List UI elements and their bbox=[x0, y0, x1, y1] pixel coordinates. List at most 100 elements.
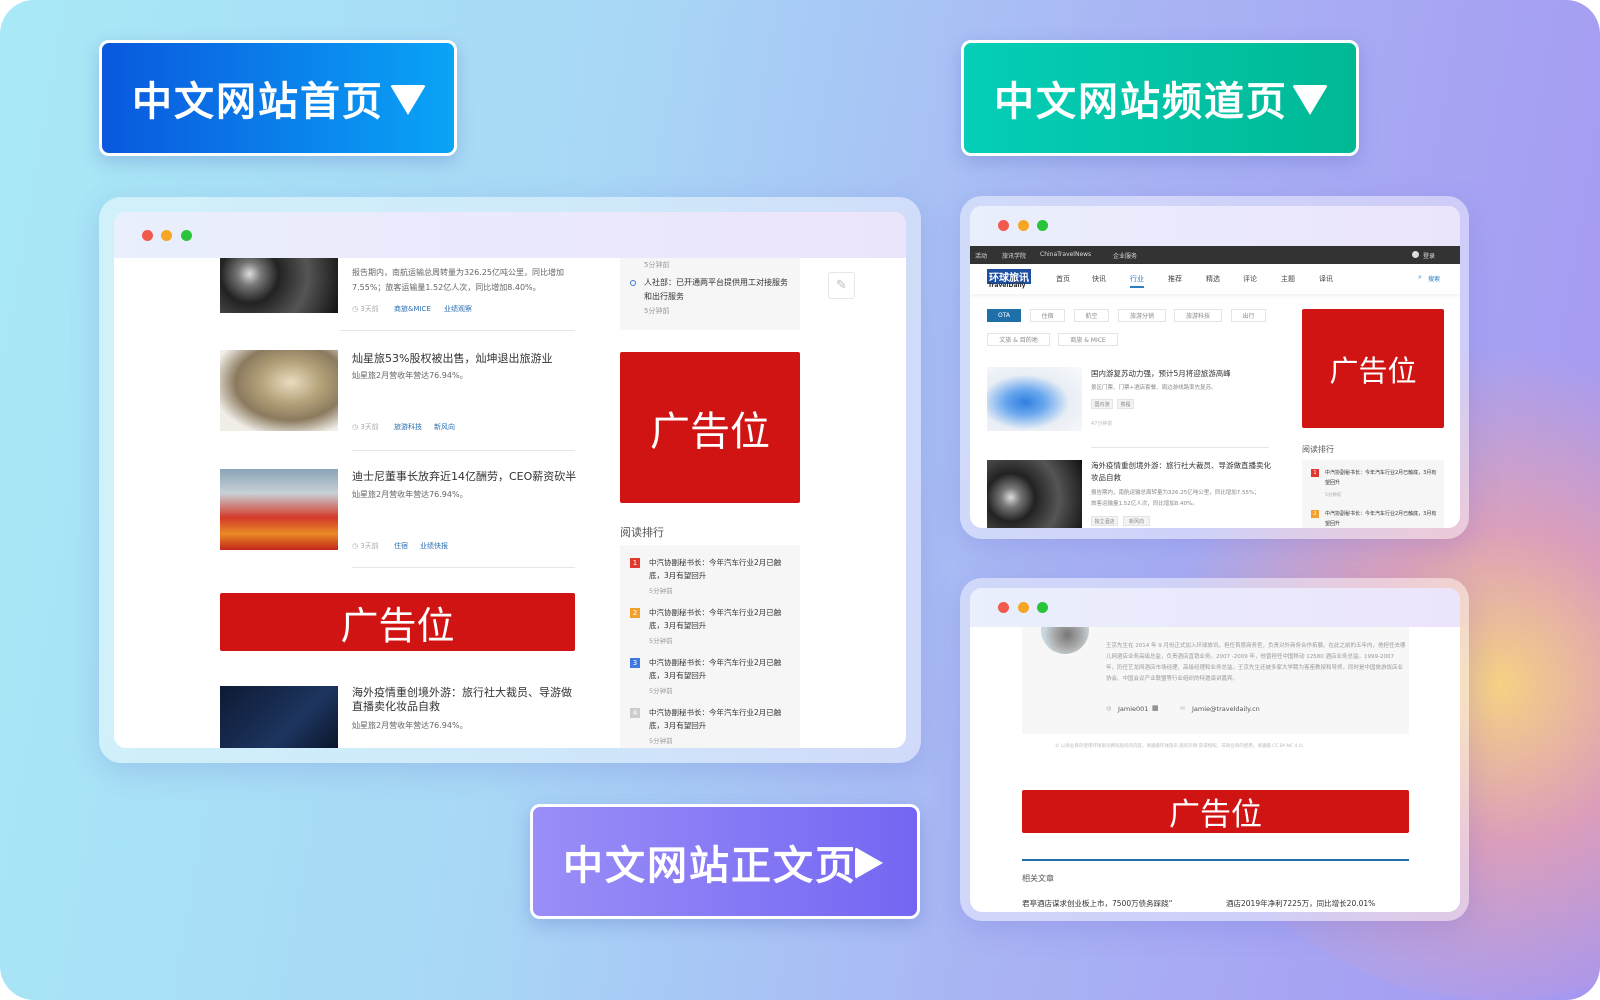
filter-tag[interactable]: 商旅 & MICE bbox=[1058, 333, 1118, 346]
ranking-item-title[interactable]: 中汽协副秘书长：今年汽车行业2月已触底，3月有望回升 bbox=[1325, 468, 1440, 488]
ranking-title: 阅读排行 bbox=[1302, 445, 1334, 454]
nav-item[interactable]: 主题 bbox=[1281, 274, 1295, 284]
article-time: ◷ 3天前 bbox=[352, 542, 379, 550]
article-image-disney[interactable] bbox=[220, 469, 338, 550]
topbar-link[interactable]: ChinaTravelNews bbox=[1040, 251, 1091, 258]
author-box: 王京先生在 2014 年 9 月份正式加入环球旅讯，担任首席商务官，负责对外商务… bbox=[1022, 606, 1409, 734]
article-image-plane[interactable] bbox=[220, 686, 338, 748]
timeline-dot-icon bbox=[630, 280, 636, 286]
nav-item[interactable]: 评论 bbox=[1243, 274, 1257, 284]
nav-item[interactable]: 快讯 bbox=[1092, 274, 1106, 284]
rank-badge: 1 bbox=[1311, 469, 1319, 477]
filter-tag[interactable]: 旅游分销 bbox=[1118, 309, 1166, 322]
close-dot[interactable] bbox=[998, 220, 1009, 231]
article-tag[interactable]: 新风向 bbox=[1123, 516, 1150, 526]
article-tag[interactable]: 业绩快报 bbox=[420, 541, 448, 551]
article-title[interactable]: 海外疫情重创境外游：旅行社大裁员、导游做直播卖化妆品自救 bbox=[352, 686, 572, 714]
article-tag[interactable]: 业绩观察 bbox=[444, 304, 472, 314]
ad-sidebar[interactable]: 广告位 bbox=[1302, 309, 1444, 428]
ranking-item-time: 5分钟前 bbox=[649, 687, 673, 695]
filter-tag[interactable]: 旅游科技 bbox=[1174, 309, 1222, 322]
ranking-item-title: 中汽协副秘书长：今年汽车行业2月已触底，3月有望回升 bbox=[649, 608, 782, 630]
minimize-dot[interactable] bbox=[1018, 220, 1029, 231]
article-tag[interactable]: 独立酒店 bbox=[1091, 516, 1118, 526]
nav-item[interactable]: 推荐 bbox=[1168, 274, 1182, 284]
related-article-link[interactable]: 酒店2019年净利7225万，同比增长20.01% bbox=[1226, 898, 1375, 909]
channel-page-button[interactable]: 中文网站频道页 bbox=[961, 40, 1359, 156]
article-title[interactable]: 灿星旅53%股权被出售，灿坤退出旅游业 bbox=[352, 350, 552, 366]
minimize-dot[interactable] bbox=[1018, 602, 1029, 613]
rank-badge: 2 bbox=[1311, 510, 1319, 518]
nav-item[interactable]: 精选 bbox=[1206, 274, 1220, 284]
ranking-box: 1 中汽协副秘书长：今年汽车行业2月已触底，3月有望回升 5分钟前 2 中汽协副… bbox=[1302, 460, 1444, 528]
topbar-link[interactable]: 企业服务 bbox=[1113, 251, 1137, 260]
article-image-chart[interactable] bbox=[987, 367, 1082, 431]
home-page-button[interactable]: 中文网站首页 bbox=[99, 40, 457, 156]
related-article-link[interactable]: 君亭酒店谋求创业板上市，7500万债务踩跷“ bbox=[1022, 898, 1172, 909]
filter-tag-active[interactable]: OTA bbox=[987, 309, 1021, 322]
article-summary: 灿星旅2月营收年营达76.94%。 bbox=[352, 371, 468, 380]
article-title[interactable]: 迪士尼董事长放弃近14亿酬劳，CEO薪资砍半 bbox=[352, 468, 576, 484]
ad-sidebar[interactable]: 广告位 bbox=[620, 352, 800, 503]
article-summary: 景区门票、门票+酒店套餐、周边游线路率先复苏。 bbox=[1091, 385, 1217, 391]
maximize-dot[interactable] bbox=[1037, 602, 1048, 613]
login-link[interactable]: 登录 bbox=[1423, 251, 1435, 260]
section-divider bbox=[1022, 859, 1409, 861]
edit-pencil-icon[interactable]: ✎ bbox=[828, 272, 855, 299]
ranking-item-title[interactable]: 中汽协副秘书长：今年汽车行业2月已触底，3月有望回升 bbox=[1325, 509, 1440, 528]
ad-banner[interactable]: 广告位 bbox=[1022, 790, 1409, 833]
play-icon bbox=[855, 847, 883, 879]
filter-tag[interactable]: 住宿 bbox=[1030, 309, 1065, 322]
close-dot[interactable] bbox=[998, 602, 1009, 613]
topbar-link[interactable]: 旅讯学院 bbox=[1002, 251, 1026, 260]
author-email[interactable]: Jamie@traveldaily.cn bbox=[1192, 705, 1260, 713]
wechat-icon: ◍ bbox=[1106, 705, 1112, 712]
timeline-item[interactable]: 人社部：已开通两平台提供用工对接服务和出行服务 bbox=[644, 276, 794, 304]
search-link[interactable]: 搜索 bbox=[1428, 274, 1440, 283]
user-avatar-icon bbox=[1412, 251, 1419, 258]
close-dot[interactable] bbox=[142, 230, 153, 241]
home-page-label: 中文网站首页 bbox=[132, 79, 384, 125]
triangle-down-icon bbox=[390, 85, 426, 115]
filter-tag[interactable]: 文旅 & 目的地 bbox=[987, 333, 1050, 346]
nav-item-active[interactable]: 行业 bbox=[1130, 274, 1144, 288]
article-tag[interactable]: 商旅&MICE bbox=[394, 304, 431, 314]
article-tag[interactable]: 携程 bbox=[1117, 399, 1134, 409]
article-tag[interactable]: 新风向 bbox=[434, 422, 455, 432]
article-page-button[interactable]: 中文网站正文页 bbox=[530, 804, 920, 919]
home-page-window: 报告期内，南航运输总周转量为326.25亿吨公里，同比增加7.55%；旅客运输量… bbox=[114, 212, 906, 748]
main-nav: 环球旅讯 TravelDaily 首页 快讯 行业 推荐 精选 评论 主题 译讯… bbox=[970, 264, 1460, 294]
article-title[interactable]: 国内游复苏动力强，预计5月将迎旅游高峰 bbox=[1091, 368, 1231, 379]
article-tag[interactable]: 住宿 bbox=[394, 541, 408, 551]
article-image-coins[interactable] bbox=[220, 350, 338, 431]
maximize-dot[interactable] bbox=[1037, 220, 1048, 231]
email-icon: ✉ bbox=[1180, 705, 1186, 712]
filter-tag[interactable]: 航空 bbox=[1074, 309, 1109, 322]
nav-item[interactable]: 译讯 bbox=[1319, 274, 1333, 284]
search-icon[interactable]: ⌕ bbox=[1418, 273, 1422, 282]
ranking-item-title: 中汽协副秘书长：今年汽车行业2月已触底，3月有望回升 bbox=[649, 708, 782, 730]
triangle-down-icon bbox=[1292, 85, 1328, 115]
time-text: 3天前 bbox=[360, 305, 379, 313]
nav-item[interactable]: 首页 bbox=[1056, 274, 1070, 284]
topbar-link[interactable]: 活动 bbox=[975, 251, 987, 260]
window-titlebar bbox=[114, 212, 906, 258]
article-tag[interactable]: 旅游科技 bbox=[394, 422, 422, 432]
article-tag[interactable]: 国内游 bbox=[1091, 399, 1113, 409]
article-title[interactable]: 海外疫情重创境外游：旅行社大裁员、导游做直播卖化妆品自救 bbox=[1091, 460, 1271, 484]
ranking-box: 1 中汽协副秘书长：今年汽车行业2月已触底，3月有望回升 5分钟前 2 中汽协副… bbox=[620, 545, 800, 748]
ad-banner[interactable]: 广告位 bbox=[220, 593, 575, 651]
time-text: 3天前 bbox=[360, 423, 379, 431]
qrcode-icon[interactable]: ▦ bbox=[1152, 704, 1159, 712]
minimize-dot[interactable] bbox=[161, 230, 172, 241]
rank-badge: 3 bbox=[630, 658, 640, 668]
copyright-notice: © 以商业目的使用环球旅讯拥有版权的内容，请遵循环球旅讯 版权声明 获得授权。非… bbox=[1055, 744, 1307, 749]
article-summary: 灿星旅2月营收年营达76.94%。 bbox=[352, 490, 468, 499]
article-image-chess[interactable] bbox=[987, 460, 1082, 528]
filter-tag[interactable]: 出行 bbox=[1231, 309, 1266, 322]
article-summary: 灿星旅2月营收年营达76.94%。 bbox=[352, 721, 468, 730]
article-page-label: 中文网站正文页 bbox=[563, 842, 857, 889]
maximize-dot[interactable] bbox=[181, 230, 192, 241]
rank-badge: 2 bbox=[630, 608, 640, 618]
channel-page-label: 中文网站频道页 bbox=[994, 79, 1288, 125]
